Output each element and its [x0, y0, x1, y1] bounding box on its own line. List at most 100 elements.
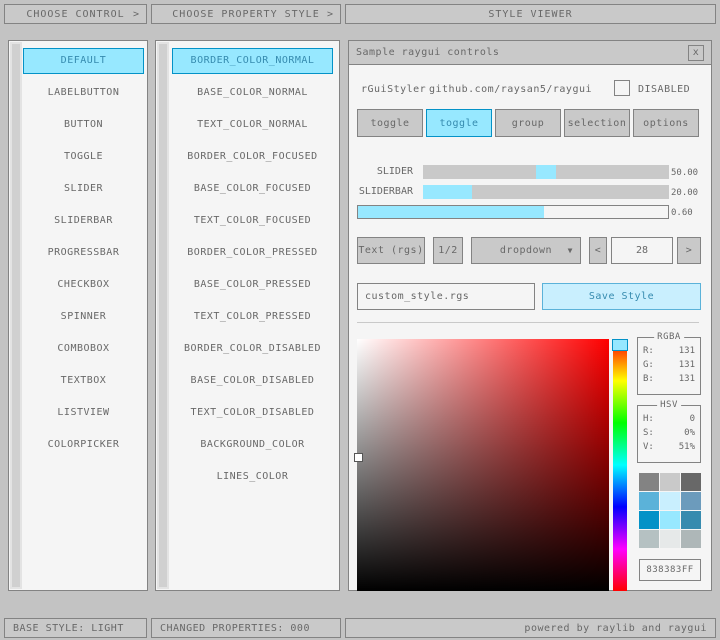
styler-label: rGuiStyler [361, 84, 426, 95]
hsv-groupbox: HSV H: 0 S: 0% V: 51% [637, 405, 701, 463]
hsv-s-label: S: [643, 428, 654, 438]
control-item-progressbar[interactable]: PROGRESSBAR [23, 240, 144, 266]
palette-swatch[interactable] [660, 511, 680, 529]
breadcrumb-label: CHOOSE PROPERTY STYLE [172, 9, 319, 20]
property-item-background-color[interactable]: BACKGROUND_COLOR [172, 432, 333, 458]
hsv-v-value: 51% [679, 442, 695, 452]
hue-bar[interactable] [613, 339, 627, 591]
hue-bar-handle[interactable] [612, 339, 628, 351]
property-item-base-color-normal[interactable]: BASE_COLOR_NORMAL [172, 80, 333, 106]
property-item-lines-color[interactable]: LINES_COLOR [172, 464, 333, 490]
spinner-value-box[interactable]: 28 [611, 237, 673, 264]
control-item-colorpicker[interactable]: COLORPICKER [23, 432, 144, 458]
property-item-text-color-disabled[interactable]: TEXT_COLOR_DISABLED [172, 400, 333, 426]
hsv-row-v: V: 51% [638, 442, 700, 452]
chevron-right-icon: > [327, 9, 333, 20]
rgba-g-value: 131 [679, 360, 695, 370]
palette-swatch[interactable] [639, 492, 659, 510]
rgba-b-value: 131 [679, 374, 695, 384]
palette-swatch[interactable] [681, 511, 701, 529]
property-item-text-color-normal[interactable]: TEXT_COLOR_NORMAL [172, 112, 333, 138]
scrollbar-thumb[interactable] [12, 44, 20, 587]
window-title: Sample raygui controls [356, 47, 499, 58]
palette-swatch[interactable] [681, 530, 701, 548]
control-item-slider[interactable]: SLIDER [23, 176, 144, 202]
property-item-text-color-pressed[interactable]: TEXT_COLOR_PRESSED [172, 304, 333, 330]
style-filename-input[interactable]: custom_style.rgs [357, 283, 535, 310]
palette-swatch[interactable] [660, 473, 680, 491]
hsv-s-value: 0% [684, 428, 695, 438]
spinner-decrement-button[interactable]: < [589, 237, 607, 264]
palette-swatch[interactable] [660, 492, 680, 510]
divider [357, 322, 699, 323]
palette-swatch[interactable] [681, 473, 701, 491]
controls-listview: DEFAULT LABELBUTTON BUTTON TOGGLE SLIDER… [8, 40, 148, 591]
rgba-r-value: 131 [679, 346, 695, 356]
window-titlebar[interactable]: Sample raygui controls x [349, 41, 711, 65]
property-item-border-color-pressed[interactable]: BORDER_COLOR_PRESSED [172, 240, 333, 266]
palette-swatch[interactable] [681, 492, 701, 510]
sliderbar[interactable] [423, 185, 669, 199]
property-item-border-color-normal[interactable]: BORDER_COLOR_NORMAL [172, 48, 333, 74]
control-item-sliderbar[interactable]: SLIDERBAR [23, 208, 144, 234]
hsv-h-value: 0 [690, 414, 695, 424]
control-item-labelbutton[interactable]: LABELBUTTON [23, 80, 144, 106]
control-item-combobox[interactable]: COMBOBOX [23, 336, 144, 362]
property-item-base-color-focused[interactable]: BASE_COLOR_FOCUSED [172, 176, 333, 202]
properties-listview: BORDER_COLOR_NORMAL BASE_COLOR_NORMAL TE… [155, 40, 340, 591]
half-size-button[interactable]: 1/2 [433, 237, 463, 264]
property-item-text-color-focused[interactable]: TEXT_COLOR_FOCUSED [172, 208, 333, 234]
repo-link[interactable]: github.com/raysan5/raygui [429, 84, 592, 95]
save-style-button[interactable]: Save Style [542, 283, 701, 310]
status-changed-properties-label: CHANGED PROPERTIES: 000 [160, 623, 310, 634]
control-item-button[interactable]: BUTTON [23, 112, 144, 138]
toggle-group-item-4[interactable]: options [633, 109, 699, 137]
text-rgs-button[interactable]: Text (rgs) [357, 237, 425, 264]
property-item-border-color-focused[interactable]: BORDER_COLOR_FOCUSED [172, 144, 333, 170]
color-picker-cursor[interactable] [355, 454, 362, 461]
status-powered-by-label: powered by raylib and raygui [524, 623, 707, 634]
properties-items: BORDER_COLOR_NORMAL BASE_COLOR_NORMAL TE… [172, 48, 333, 496]
control-item-spinner[interactable]: SPINNER [23, 304, 144, 330]
status-base-style: BASE STYLE: LIGHT [4, 618, 147, 638]
property-item-base-color-disabled[interactable]: BASE_COLOR_DISABLED [172, 368, 333, 394]
breadcrumb-label: CHOOSE CONTROL [26, 9, 124, 20]
toggle-group-item-1[interactable]: toggle [426, 109, 492, 137]
slider[interactable] [423, 165, 669, 179]
palette-swatch[interactable] [639, 473, 659, 491]
palette-swatch[interactable] [660, 530, 680, 548]
control-item-listview[interactable]: LISTVIEW [23, 400, 144, 426]
color-picker-panel[interactable] [357, 339, 609, 591]
toggle-group-item-3[interactable]: selection [564, 109, 630, 137]
slider-handle[interactable] [536, 165, 556, 179]
breadcrumb-style-viewer: STYLE VIEWER [345, 4, 716, 24]
dropdown-label: dropdown [500, 245, 552, 256]
rgba-r-label: R: [643, 346, 654, 356]
properties-scrollbar[interactable] [157, 42, 169, 589]
hsv-v-label: V: [643, 442, 654, 452]
close-icon[interactable]: x [688, 45, 704, 61]
palette-swatch[interactable] [639, 530, 659, 548]
property-item-border-color-disabled[interactable]: BORDER_COLOR_DISABLED [172, 336, 333, 362]
toggle-group-item-0[interactable]: toggle [357, 109, 423, 137]
scrollbar-thumb[interactable] [159, 44, 167, 587]
sliderbar-label: SLIDERBAR [349, 186, 413, 198]
palette-swatch[interactable] [639, 511, 659, 529]
style-color-palette [639, 473, 701, 548]
disabled-checkbox[interactable] [614, 80, 630, 96]
toggle-group: toggle toggle group selection options [357, 109, 699, 137]
hex-color-input[interactable]: 838383FF [639, 559, 701, 581]
spinner-increment-button[interactable]: > [677, 237, 701, 264]
disabled-checkbox-label: DISABLED [638, 84, 690, 95]
control-item-checkbox[interactable]: CHECKBOX [23, 272, 144, 298]
property-item-base-color-pressed[interactable]: BASE_COLOR_PRESSED [172, 272, 333, 298]
controls-scrollbar[interactable] [10, 42, 22, 589]
slider-label: SLIDER [349, 166, 413, 178]
dropdown-box[interactable]: dropdown ▼ [471, 237, 581, 264]
chevron-down-icon: ▼ [568, 246, 573, 255]
toggle-group-item-2[interactable]: group [495, 109, 561, 137]
control-item-toggle[interactable]: TOGGLE [23, 144, 144, 170]
control-item-textbox[interactable]: TEXTBOX [23, 368, 144, 394]
rgba-g-label: G: [643, 360, 654, 370]
control-item-default[interactable]: DEFAULT [23, 48, 144, 74]
